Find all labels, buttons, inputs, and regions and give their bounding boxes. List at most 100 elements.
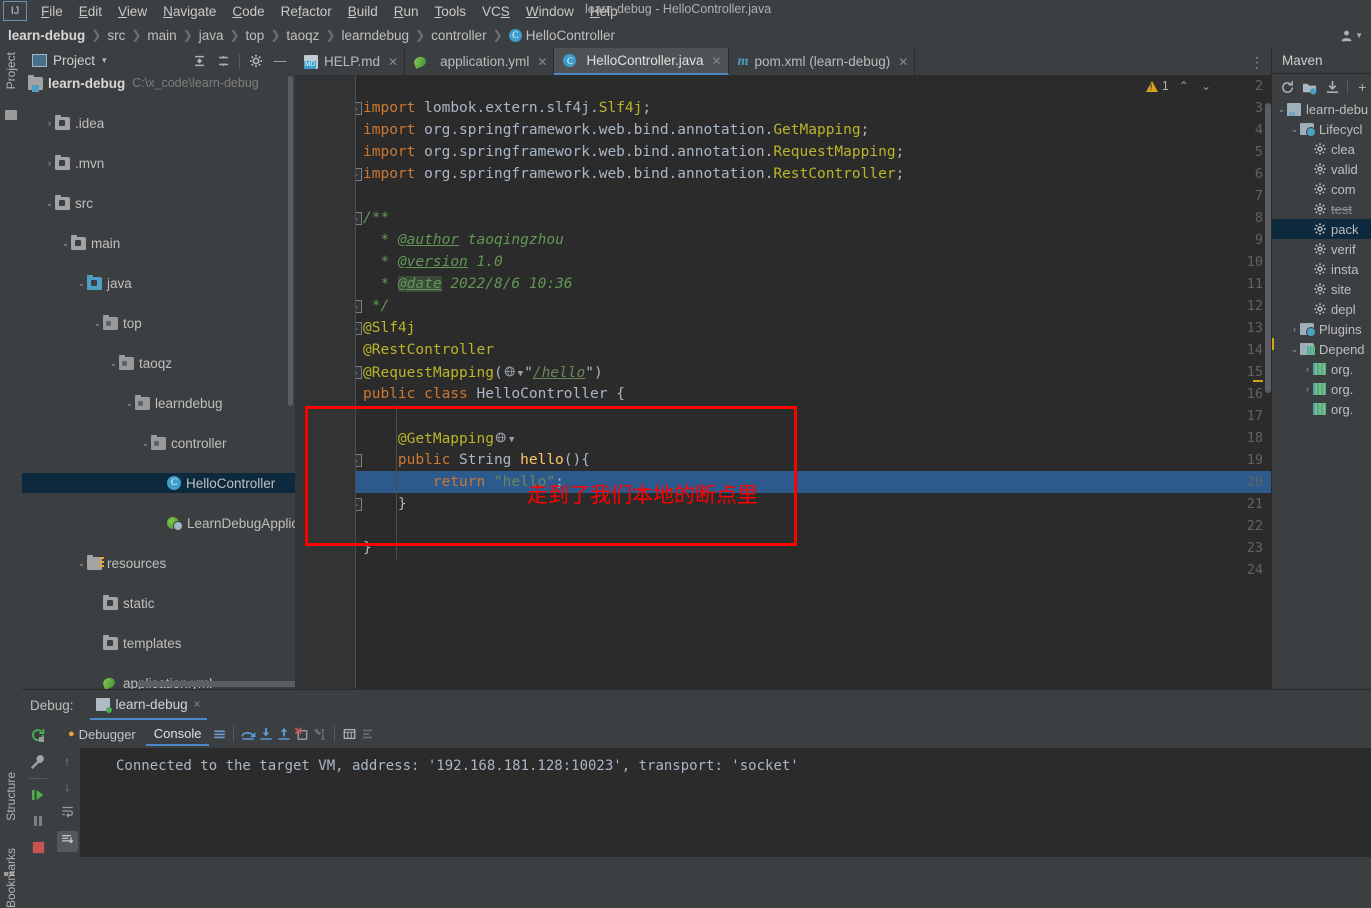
- hide-panel-icon[interactable]: —: [269, 50, 291, 72]
- code-editor[interactable]: 2 3 import lombok.extern.slf4j.Slf4j; 4 impo…: [295, 75, 1271, 689]
- tree-item[interactable]: ⌄ resources: [22, 553, 295, 573]
- expand-arrow-icon[interactable]: ⌄: [76, 558, 87, 569]
- expand-arrow-icon[interactable]: ⌄: [124, 398, 135, 409]
- rail-tab-bookmarks[interactable]: Bookmarks: [4, 848, 18, 908]
- add-icon[interactable]: +: [1353, 77, 1371, 97]
- maven-tree-item[interactable]: clea: [1272, 139, 1371, 159]
- download-sources-icon[interactable]: [1323, 77, 1342, 97]
- tree-item[interactable]: ⌄ learndebug: [22, 393, 295, 413]
- user-account-button[interactable]: ▼: [1340, 29, 1363, 42]
- expand-arrow-icon[interactable]: ›: [1302, 364, 1313, 374]
- tab-console[interactable]: Console: [145, 723, 210, 746]
- breadcrumb-item-class[interactable]: C HelloController: [508, 28, 616, 43]
- expand-arrow-icon[interactable]: ⌄: [1289, 344, 1300, 355]
- step-into-icon[interactable]: [258, 726, 274, 742]
- maven-tree-item[interactable]: › Plugins: [1272, 319, 1371, 339]
- collapse-all-icon[interactable]: [212, 50, 234, 72]
- menu-item-navigate[interactable]: Navigate: [155, 2, 224, 21]
- tab-debugger[interactable]: ● Debugger: [60, 724, 144, 745]
- expand-arrow-icon[interactable]: ⌄: [1289, 124, 1300, 135]
- menu-item-build[interactable]: Build: [340, 2, 386, 21]
- expand-arrow-icon[interactable]: ⌄: [92, 318, 103, 329]
- menu-item-refactor[interactable]: Refactor: [273, 2, 340, 21]
- expand-arrow-icon[interactable]: ›: [1302, 384, 1313, 394]
- scroll-down-icon[interactable]: ↓: [64, 779, 71, 794]
- tab-pom-xml[interactable]: m pom.xml (learn-debug) ✕: [729, 48, 916, 75]
- expand-arrow-icon[interactable]: ⌄: [140, 438, 151, 449]
- tree-item[interactable]: ⌄ top: [22, 313, 295, 333]
- chevron-up-icon[interactable]: ⌃: [1179, 79, 1189, 93]
- project-folder-icon[interactable]: [5, 110, 17, 120]
- pause-icon[interactable]: [25, 809, 51, 833]
- maven-tree-item[interactable]: › org.: [1272, 359, 1371, 379]
- step-over-icon[interactable]: [240, 726, 256, 742]
- scroll-to-end-icon[interactable]: [56, 831, 78, 852]
- close-icon[interactable]: ×: [194, 697, 201, 711]
- tree-item[interactable]: ⌄ java: [22, 273, 295, 293]
- tree-item[interactable]: ⌄ controller: [22, 433, 295, 453]
- rail-tab-structure[interactable]: Structure: [4, 772, 18, 821]
- tree-item[interactable]: › .mvn: [22, 153, 295, 173]
- settings-gear-icon[interactable]: [245, 50, 267, 72]
- drop-frame-icon[interactable]: [294, 726, 310, 742]
- console-output-area[interactable]: Connected to the target VM, address: '19…: [80, 748, 1371, 857]
- menu-item-window[interactable]: Window: [518, 2, 582, 21]
- tab-hellocontroller-java[interactable]: C HelloController.java ✕: [554, 48, 729, 75]
- rail-tab-project[interactable]: Project: [4, 52, 18, 89]
- expand-arrow-icon[interactable]: ⌄: [76, 278, 87, 289]
- maven-tree-item[interactable]: pack: [1272, 219, 1371, 239]
- maven-tree-item[interactable]: depl: [1272, 299, 1371, 319]
- close-icon[interactable]: ✕: [712, 54, 722, 68]
- menu-item-vcs[interactable]: VCS: [474, 2, 518, 21]
- tree-item[interactable]: ⌄ src: [22, 193, 295, 213]
- tab-options-icon[interactable]: ⋮: [1250, 54, 1265, 71]
- breadcrumb-item-top[interactable]: top: [245, 28, 266, 43]
- close-icon[interactable]: ✕: [898, 55, 908, 69]
- maven-tree-item[interactable]: verif: [1272, 239, 1371, 259]
- layout-icon[interactable]: [211, 726, 227, 742]
- project-vertical-scrollbar[interactable]: [288, 76, 293, 406]
- maven-tree-item[interactable]: ⌄ Depend: [1272, 339, 1371, 359]
- run-to-cursor-icon[interactable]: [312, 726, 328, 742]
- chevron-down-icon[interactable]: ▾: [102, 55, 107, 66]
- maven-tree-item[interactable]: valid: [1272, 159, 1371, 179]
- editor-gutter[interactable]: [295, 75, 355, 689]
- settings-wrench-icon[interactable]: [25, 750, 51, 774]
- maven-tree-item[interactable]: com: [1272, 179, 1371, 199]
- tree-root[interactable]: learn-debug C:\x_code\learn-debug: [22, 73, 295, 93]
- menu-item-tools[interactable]: Tools: [427, 2, 475, 21]
- tree-item[interactable]: templates: [22, 633, 295, 653]
- maven-tree-item[interactable]: insta: [1272, 259, 1371, 279]
- tree-item[interactable]: ⌄ main: [22, 233, 295, 253]
- menu-item-run[interactable]: Run: [386, 2, 427, 21]
- maven-tree-item[interactable]: site: [1272, 279, 1371, 299]
- breadcrumb-item-learndebug[interactable]: learndebug: [340, 28, 410, 43]
- project-horizontal-scrollbar[interactable]: [137, 681, 307, 687]
- stop-icon[interactable]: [25, 835, 51, 859]
- menu-item-file[interactable]: File: [33, 2, 71, 21]
- breadcrumb-item-controller[interactable]: controller: [430, 28, 488, 43]
- tree-item[interactable]: C HelloController: [22, 473, 295, 493]
- expand-arrow-icon[interactable]: ⌄: [44, 198, 55, 209]
- step-out-icon[interactable]: [276, 726, 292, 742]
- rerun-icon[interactable]: [25, 724, 51, 748]
- soft-wrap-icon[interactable]: [60, 804, 75, 821]
- maven-tree-item[interactable]: ⌄ m learn-debu: [1272, 99, 1371, 119]
- breadcrumb-item-src[interactable]: src: [106, 28, 126, 43]
- maven-tree-item[interactable]: ⌄ Lifecycl: [1272, 119, 1371, 139]
- resume-icon[interactable]: [25, 783, 51, 807]
- tree-item[interactable]: › .idea: [22, 113, 295, 133]
- menu-item-edit[interactable]: Edit: [71, 2, 110, 21]
- maven-tree[interactable]: ⌄ m learn-debu ⌄ Lifecycl clea valid com test pac…: [1272, 99, 1371, 689]
- warning-marker[interactable]: [1253, 380, 1263, 382]
- project-tree[interactable]: learn-debug C:\x_code\learn-debug › .idea ›.…: [22, 73, 295, 689]
- maven-tree-item[interactable]: test: [1272, 199, 1371, 219]
- breadcrumb-item-taoqz[interactable]: taoqz: [285, 28, 320, 43]
- tree-item[interactable]: static: [22, 593, 295, 613]
- add-maven-project-icon[interactable]: [1300, 77, 1319, 97]
- inspection-widget[interactable]: 1 ⌃ ⌄: [1145, 79, 1211, 93]
- expand-arrow-icon[interactable]: ›: [1289, 324, 1300, 334]
- breadcrumb-item-java[interactable]: java: [198, 28, 225, 43]
- expand-arrow-icon[interactable]: ⌄: [108, 358, 119, 369]
- menu-item-code[interactable]: Code: [224, 2, 272, 21]
